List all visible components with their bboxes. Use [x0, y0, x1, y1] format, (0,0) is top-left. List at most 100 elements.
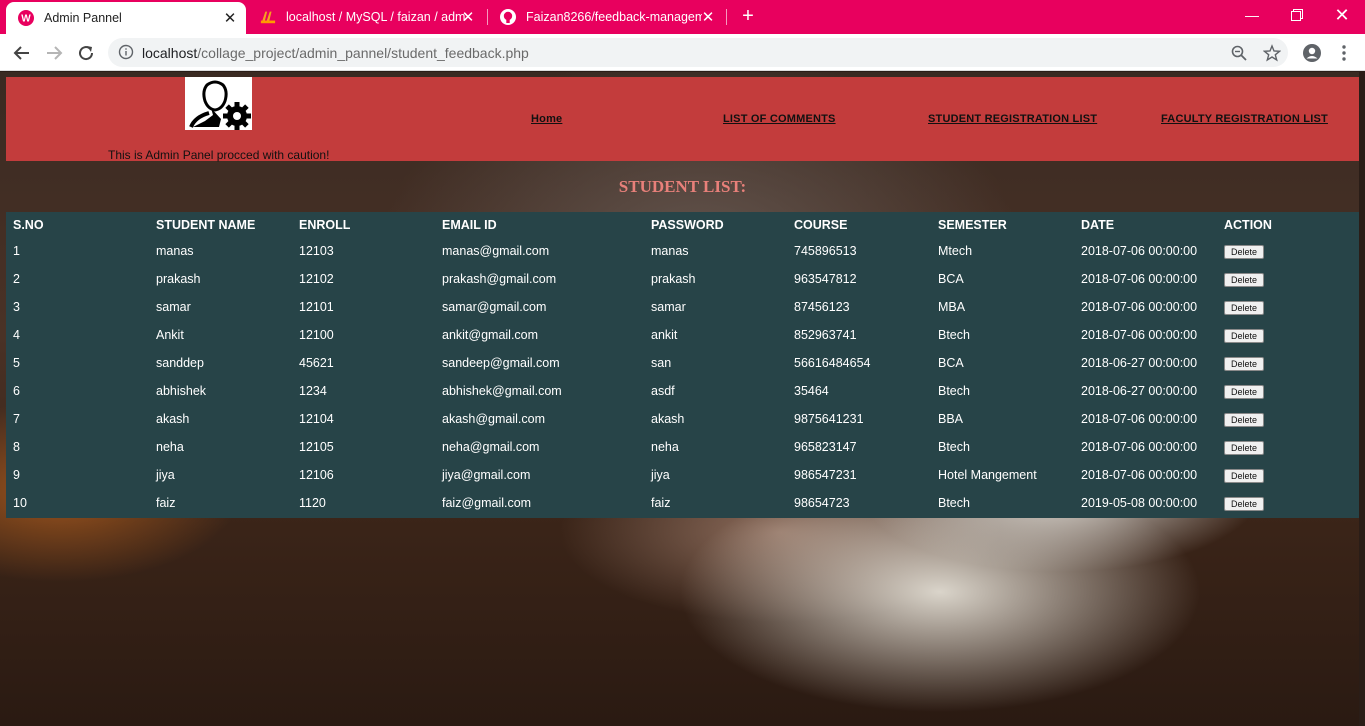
table-cell: MBA — [938, 300, 966, 314]
table-cell: 12100 — [299, 328, 334, 342]
table-cell: 2018-07-06 00:00:00 — [1081, 468, 1198, 482]
admin-gear-icon — [185, 77, 252, 130]
table-cell: 1120 — [299, 496, 326, 510]
table-cell: 12105 — [299, 440, 334, 454]
nav-student-registration-link[interactable]: STUDENT REGISTRATION LIST — [928, 113, 1097, 125]
table-cell: abhishek@gmail.com — [442, 384, 562, 398]
table-cell: 986547231 — [794, 468, 857, 482]
action-cell: Delete — [1217, 461, 1359, 489]
table-cell: neha — [651, 440, 679, 454]
new-tab-plus-icon[interactable]: + — [738, 6, 758, 26]
tab-close-icon[interactable]: ✕ — [460, 8, 476, 26]
table-cell: 2018-07-06 00:00:00 — [1081, 272, 1198, 286]
table-cell: 2 — [13, 272, 20, 286]
table-cell: prakash@gmail.com — [442, 272, 557, 286]
bookmark-star-icon[interactable] — [1262, 44, 1282, 62]
nav-list-of-comments-link[interactable]: LIST OF COMMENTS — [723, 113, 836, 125]
restore-icon[interactable] — [1274, 0, 1320, 30]
action-cell: Delete — [1217, 265, 1359, 293]
table-cell: 45621 — [299, 356, 334, 370]
action-cell: Delete — [1217, 489, 1359, 517]
table-cell: sandeep@gmail.com — [442, 356, 560, 370]
zoom-icon[interactable] — [1230, 44, 1248, 62]
table-cell: 7 — [13, 412, 20, 426]
action-cell: Delete — [1217, 377, 1359, 405]
column-header: EMAIL ID — [442, 217, 497, 232]
table-cell: Btech — [938, 384, 970, 398]
column-header: STUDENT NAME — [156, 217, 256, 232]
table-cell: manas — [651, 244, 689, 258]
delete-button[interactable]: Delete — [1224, 356, 1265, 371]
url-host: localhost — [142, 45, 198, 61]
table-header-row: S.NO STUDENT NAME ENROLL EMAIL ID PASSWORD CO… — [6, 212, 1359, 237]
table-row: 9 jiya 12106 jiya@gmail.com jiya 986547231 Hot… — [6, 461, 1359, 489]
delete-button[interactable]: Delete — [1224, 496, 1265, 511]
table-cell: 852963741 — [794, 328, 857, 342]
reload-icon[interactable] — [74, 41, 98, 65]
table-cell: 12101 — [299, 300, 334, 314]
table-row: 1 manas 12103 manas@gmail.com manas 745896513… — [6, 237, 1359, 265]
table-cell: neha — [156, 440, 184, 454]
table-cell: 56616484654 — [794, 356, 871, 370]
delete-button[interactable]: Delete — [1224, 440, 1265, 455]
table-cell: jiya — [651, 468, 670, 482]
delete-button[interactable]: Delete — [1224, 244, 1265, 259]
action-cell: Delete — [1217, 349, 1359, 377]
browser-tab-strip: W Admin Pannel ✕ localhost / MySQL / fai… — [0, 0, 1365, 34]
delete-button[interactable]: Delete — [1224, 384, 1265, 399]
tab-title: localhost / MySQL / faizan / adm — [286, 10, 466, 24]
delete-button[interactable]: Delete — [1224, 468, 1265, 483]
table-cell: Btech — [938, 440, 970, 454]
table-cell: 2018-06-27 00:00:00 — [1081, 356, 1198, 370]
url-path: /collage_project/admin_pannel/student_fe… — [197, 45, 529, 61]
delete-button[interactable]: Delete — [1224, 272, 1265, 287]
tab-close-icon[interactable]: ✕ — [700, 8, 716, 26]
phpmyadmin-icon — [260, 9, 276, 25]
minimize-icon[interactable]: — — [1229, 0, 1275, 30]
table-cell: 3 — [13, 300, 20, 314]
table-row: 4 Ankit 12100 ankit@gmail.com ankit 852963741… — [6, 321, 1359, 349]
browser-tab-github[interactable]: Faizan8266/feedback-manageme ✕ — [488, 0, 724, 34]
delete-button[interactable]: Delete — [1224, 328, 1265, 343]
table-cell: san — [651, 356, 672, 370]
table-row: 3 samar 12101 samar@gmail.com samar 87456123 M… — [6, 293, 1359, 321]
table-cell: 2018-07-06 00:00:00 — [1081, 412, 1198, 426]
action-cell: Delete — [1217, 293, 1359, 321]
close-window-icon[interactable]: ✕ — [1319, 0, 1365, 30]
browser-tab-admin-pannel[interactable]: W Admin Pannel ✕ — [6, 2, 246, 34]
action-cell: Delete — [1217, 321, 1359, 349]
page-scrollbar[interactable] — [1359, 72, 1365, 726]
url-field[interactable]: localhost/collage_project/admin_pannel/s… — [108, 38, 1288, 67]
back-icon[interactable] — [10, 41, 34, 65]
nav-home-link[interactable]: Home — [531, 113, 562, 125]
browser-tab-phpmyadmin[interactable]: localhost / MySQL / faizan / adm ✕ — [248, 0, 484, 34]
site-info-icon[interactable] — [118, 44, 134, 60]
table-cell: akash@gmail.com — [442, 412, 546, 426]
table-cell: Hotel Mangement — [938, 468, 1037, 482]
profile-avatar-icon[interactable] — [1300, 41, 1324, 65]
admin-header: This is Admin Panel procced with caution… — [6, 77, 1359, 162]
table-cell: 1 — [13, 244, 20, 258]
table-cell: 5 — [13, 356, 20, 370]
nav-faculty-registration-link[interactable]: FACULTY REGISTRATION LIST — [1161, 113, 1328, 125]
table-cell: samar@gmail.com — [442, 300, 547, 314]
delete-button[interactable]: Delete — [1224, 300, 1265, 315]
column-header: SEMESTER — [938, 217, 1007, 232]
table-cell: ankit — [651, 328, 678, 342]
tab-close-icon[interactable]: ✕ — [222, 9, 238, 27]
table-cell: 12103 — [299, 244, 334, 258]
table-cell: prakash — [651, 272, 696, 286]
table-cell: 9 — [13, 468, 20, 482]
column-header: COURSE — [794, 217, 848, 232]
table-cell: Btech — [938, 496, 970, 510]
menu-kebab-icon[interactable] — [1332, 41, 1356, 65]
table-cell: 87456123 — [794, 300, 850, 314]
table-cell: 9875641231 — [794, 412, 864, 426]
column-header: ACTION — [1224, 217, 1272, 232]
forward-icon[interactable] — [42, 41, 66, 65]
table-cell: 98654723 — [794, 496, 850, 510]
table-cell: akash — [651, 412, 685, 426]
table-cell: prakash — [156, 272, 201, 286]
delete-button[interactable]: Delete — [1224, 412, 1265, 427]
address-bar: localhost/collage_project/admin_pannel/s… — [0, 34, 1365, 71]
